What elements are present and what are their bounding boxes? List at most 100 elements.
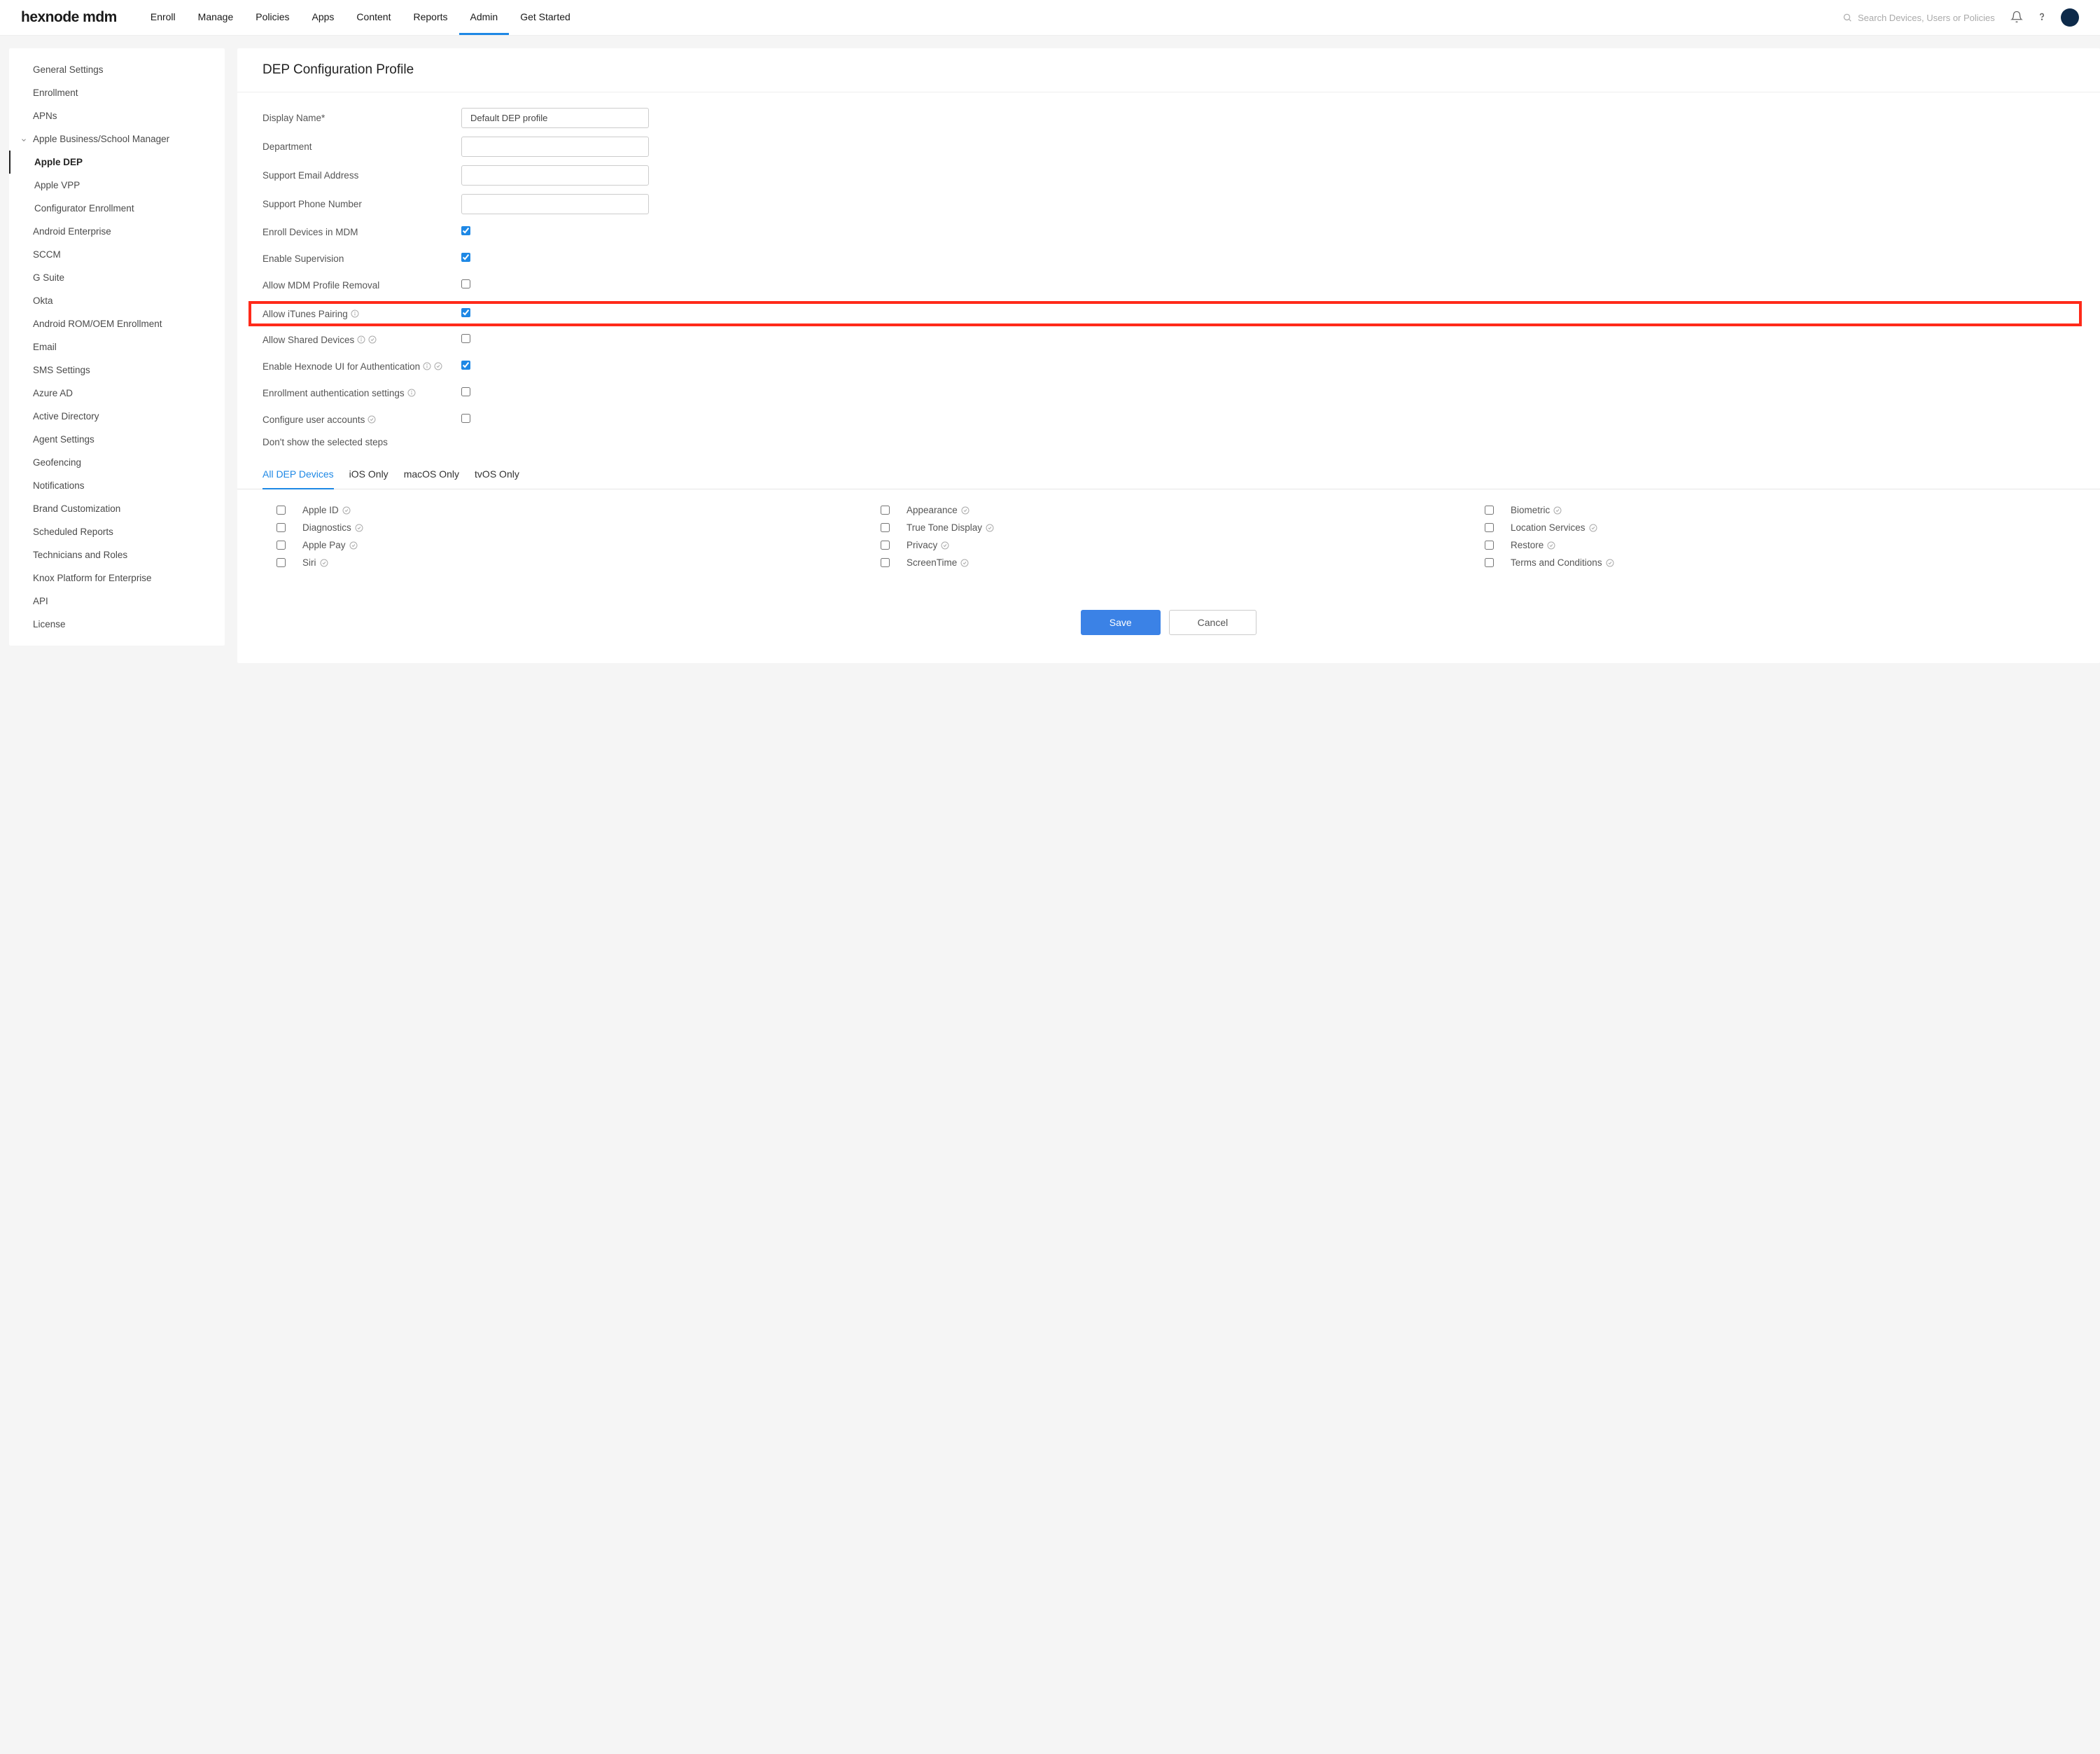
info-icon[interactable]	[423, 362, 431, 370]
info-icon[interactable]	[357, 335, 365, 344]
search-input[interactable]	[1858, 13, 1998, 23]
sidebar-item-geofencing[interactable]: Geofencing	[9, 451, 225, 474]
avatar[interactable]	[2061, 8, 2079, 27]
sidebar-item-g-suite[interactable]: G Suite	[9, 266, 225, 289]
department-input[interactable]	[461, 137, 649, 157]
enable-supervision-checkbox[interactable]	[461, 253, 470, 262]
display-name-label: Display Name*	[262, 113, 461, 123]
allow-itunes-checkbox[interactable]	[461, 308, 470, 317]
step-checkbox[interactable]	[1485, 523, 1494, 532]
button-row: Save Cancel	[237, 610, 2100, 635]
sidebar-item-notifications[interactable]: Notifications	[9, 474, 225, 497]
page-title: DEP Configuration Profile	[237, 48, 2100, 92]
sidebar-item-apple-business-school-manager[interactable]: Apple Business/School Manager	[9, 127, 225, 151]
allow-mdm-removal-checkbox[interactable]	[461, 279, 470, 288]
sidebar-item-api[interactable]: API	[9, 590, 225, 613]
step-checkbox[interactable]	[881, 541, 890, 550]
step-checkbox[interactable]	[276, 558, 286, 567]
step-item-apple-pay: Apple Pay	[276, 540, 867, 550]
step-checkbox[interactable]	[1485, 506, 1494, 515]
sidebar-item-apple-vpp[interactable]: Apple VPP	[9, 174, 225, 197]
step-checkbox[interactable]	[276, 506, 286, 515]
enable-hexnode-ui-checkbox[interactable]	[461, 361, 470, 370]
step-item-siri: Siri	[276, 557, 867, 568]
nav-item-admin[interactable]: Admin	[459, 0, 510, 35]
sidebar-item-android-enterprise[interactable]: Android Enterprise	[9, 220, 225, 243]
step-label: Terms and Conditions	[1511, 557, 1602, 568]
sidebar-item-label: Knox Platform for Enterprise	[33, 573, 152, 583]
info-icon[interactable]	[407, 389, 416, 397]
nav-item-policies[interactable]: Policies	[244, 0, 300, 35]
sidebar-item-sms-settings[interactable]: SMS Settings	[9, 359, 225, 382]
step-checkbox[interactable]	[1485, 558, 1494, 567]
step-item-apple-id: Apple ID	[276, 505, 867, 515]
sidebar-item-sccm[interactable]: SCCM	[9, 243, 225, 266]
check-circle-icon	[320, 559, 328, 567]
dep-form: Display Name* Department Support Email A…	[237, 92, 2100, 447]
check-circle-icon	[434, 362, 442, 370]
sidebar-item-apple-dep[interactable]: Apple DEP	[9, 151, 225, 174]
nav-item-get-started[interactable]: Get Started	[509, 0, 582, 35]
sidebar-item-knox-platform-for-enterprise[interactable]: Knox Platform for Enterprise	[9, 566, 225, 590]
step-checkbox[interactable]	[276, 523, 286, 532]
info-icon[interactable]	[351, 309, 359, 318]
support-email-label: Support Email Address	[262, 170, 461, 181]
sidebar-item-active-directory[interactable]: Active Directory	[9, 405, 225, 428]
help-icon[interactable]	[2036, 11, 2048, 25]
sidebar-item-configurator-enrollment[interactable]: Configurator Enrollment	[9, 197, 225, 220]
sidebar-item-license[interactable]: License	[9, 613, 225, 636]
tab-macos-only[interactable]: macOS Only	[404, 460, 459, 489]
sidebar-item-label: SMS Settings	[33, 365, 90, 375]
sidebar-item-email[interactable]: Email	[9, 335, 225, 359]
support-email-input[interactable]	[461, 165, 649, 186]
support-phone-input[interactable]	[461, 194, 649, 214]
enrollment-auth-checkbox[interactable]	[461, 387, 470, 396]
dont-show-steps-label: Don't show the selected steps	[262, 437, 2075, 447]
enroll-mdm-checkbox[interactable]	[461, 226, 470, 235]
sidebar-item-technicians-and-roles[interactable]: Technicians and Roles	[9, 543, 225, 566]
sidebar-item-scheduled-reports[interactable]: Scheduled Reports	[9, 520, 225, 543]
sidebar-item-azure-ad[interactable]: Azure AD	[9, 382, 225, 405]
sidebar-item-label: License	[33, 619, 66, 629]
save-button[interactable]: Save	[1081, 610, 1161, 635]
step-label: Appearance	[906, 505, 958, 515]
admin-sidebar: General Settings Enrollment APNsApple Busi…	[9, 48, 225, 646]
step-label: True Tone Display	[906, 522, 982, 533]
allow-itunes-label: Allow iTunes Pairing	[262, 309, 461, 319]
tab-tvos-only[interactable]: tvOS Only	[475, 460, 519, 489]
nav-item-apps[interactable]: Apps	[301, 0, 346, 35]
nav-item-manage[interactable]: Manage	[187, 0, 245, 35]
configure-user-label: Configure user accounts	[262, 415, 461, 425]
sidebar-item-apns[interactable]: APNs	[9, 104, 225, 127]
sidebar-item-label: Enrollment	[33, 88, 78, 98]
allow-shared-checkbox[interactable]	[461, 334, 470, 343]
nav-item-enroll[interactable]: Enroll	[139, 0, 187, 35]
step-checkbox[interactable]	[881, 523, 890, 532]
sidebar-item-agent-settings[interactable]: Agent Settings	[9, 428, 225, 451]
step-checkbox[interactable]	[1485, 541, 1494, 550]
nav-item-content[interactable]: Content	[345, 0, 402, 35]
search-box[interactable]	[1842, 13, 1998, 23]
enable-hexnode-ui-label: Enable Hexnode UI for Authentication	[262, 361, 461, 372]
cancel-button[interactable]: Cancel	[1169, 610, 1257, 635]
step-item-appearance: Appearance	[881, 505, 1471, 515]
step-checkbox[interactable]	[881, 558, 890, 567]
tab-all-dep-devices[interactable]: All DEP Devices	[262, 460, 334, 489]
display-name-input[interactable]	[461, 108, 649, 128]
sidebar-item-label: Apple DEP	[34, 157, 83, 167]
configure-user-checkbox[interactable]	[461, 414, 470, 423]
step-checkbox[interactable]	[276, 541, 286, 550]
search-icon	[1842, 13, 1852, 22]
sidebar-item-okta[interactable]: Okta	[9, 289, 225, 312]
nav-item-reports[interactable]: Reports	[402, 0, 458, 35]
sidebar-item-label: Okta	[33, 295, 53, 306]
tab-ios-only[interactable]: iOS Only	[349, 460, 388, 489]
top-nav: EnrollManagePoliciesAppsContentReportsAd…	[139, 0, 582, 35]
bell-icon[interactable]	[2010, 11, 2023, 25]
sidebar-item-general-settings[interactable]: General Settings	[9, 58, 225, 81]
sidebar-item-android-rom-oem-enrollment[interactable]: Android ROM/OEM Enrollment	[9, 312, 225, 335]
chevron-down-icon	[20, 135, 27, 146]
sidebar-item-brand-customization[interactable]: Brand Customization	[9, 497, 225, 520]
sidebar-item-enrollment[interactable]: Enrollment	[9, 81, 225, 104]
step-checkbox[interactable]	[881, 506, 890, 515]
